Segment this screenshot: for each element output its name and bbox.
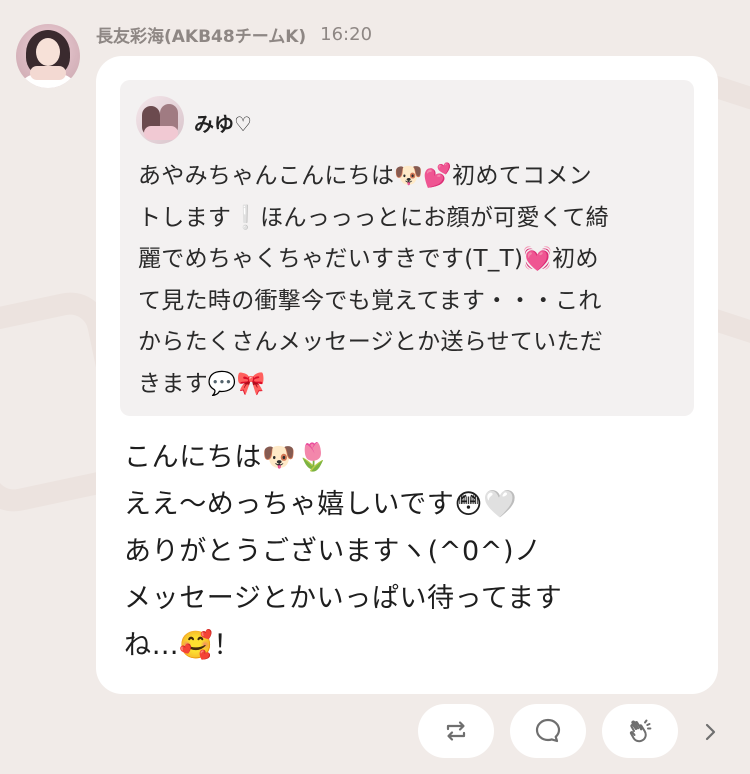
quoted-line: きます💬🎀 [138,370,266,397]
more-button[interactable] [696,718,724,746]
post-header: 長友彩海(AKB48チームK) 16:20 [96,22,373,47]
clap-button[interactable] [602,704,678,758]
message-bubble: みゆ♡ あやみちゃんこんにちは🐶💕初めてコメン トします❕ほんっっっとにお顔が可… [96,56,718,694]
quoted-line: 麗でめちゃくちゃだいすきです(T_T)💓初め [138,246,599,272]
comment-button[interactable] [510,704,586,758]
reply-text: こんにちは🐶🌷 ええ〜めっちゃ嬉しいです😳🤍 ありがとうございますヽ(^0^)ノ… [124,434,694,669]
author-name[interactable]: 長友彩海(AKB48チームK) [96,22,306,47]
reply-line: ね…🥰！ [124,630,242,661]
quoted-line: トします❕ほんっっっとにお顔が可愛くて綺 [138,204,609,231]
reply-line: ありがとうございますヽ(^0^)ノ [124,536,542,567]
quoted-line: あやみちゃんこんにちは🐶💕初めてコメン [138,163,592,189]
quoted-line: からたくさんメッセージとか送らせていただ [138,329,604,355]
quoted-comment-text: あやみちゃんこんにちは🐶💕初めてコメン トします❕ほんっっっとにお顔が可愛くて綺… [138,156,686,405]
reply-line: こんにちは🐶🌷 [124,442,331,473]
repost-icon [446,721,466,741]
reply-line: ええ〜めっちゃ嬉しいです😳🤍 [124,489,518,520]
author-avatar[interactable] [16,24,80,88]
quoted-author-avatar [136,96,184,144]
action-bar [0,704,750,760]
chevron-right-icon [705,723,716,741]
comment-icon [535,718,561,743]
repost-button[interactable] [418,704,494,758]
quoted-author-name: みゆ♡ [194,112,252,136]
clap-icon [629,719,652,743]
reply-line: メッセージとかいっぱい待ってます [124,583,563,614]
post-time: 16:20 [320,23,373,45]
quoted-line: て見た時の衝撃今でも覚えてます・・・これ [138,287,602,314]
quoted-comment[interactable]: みゆ♡ あやみちゃんこんにちは🐶💕初めてコメン トします❕ほんっっっとにお顔が可… [120,80,694,416]
